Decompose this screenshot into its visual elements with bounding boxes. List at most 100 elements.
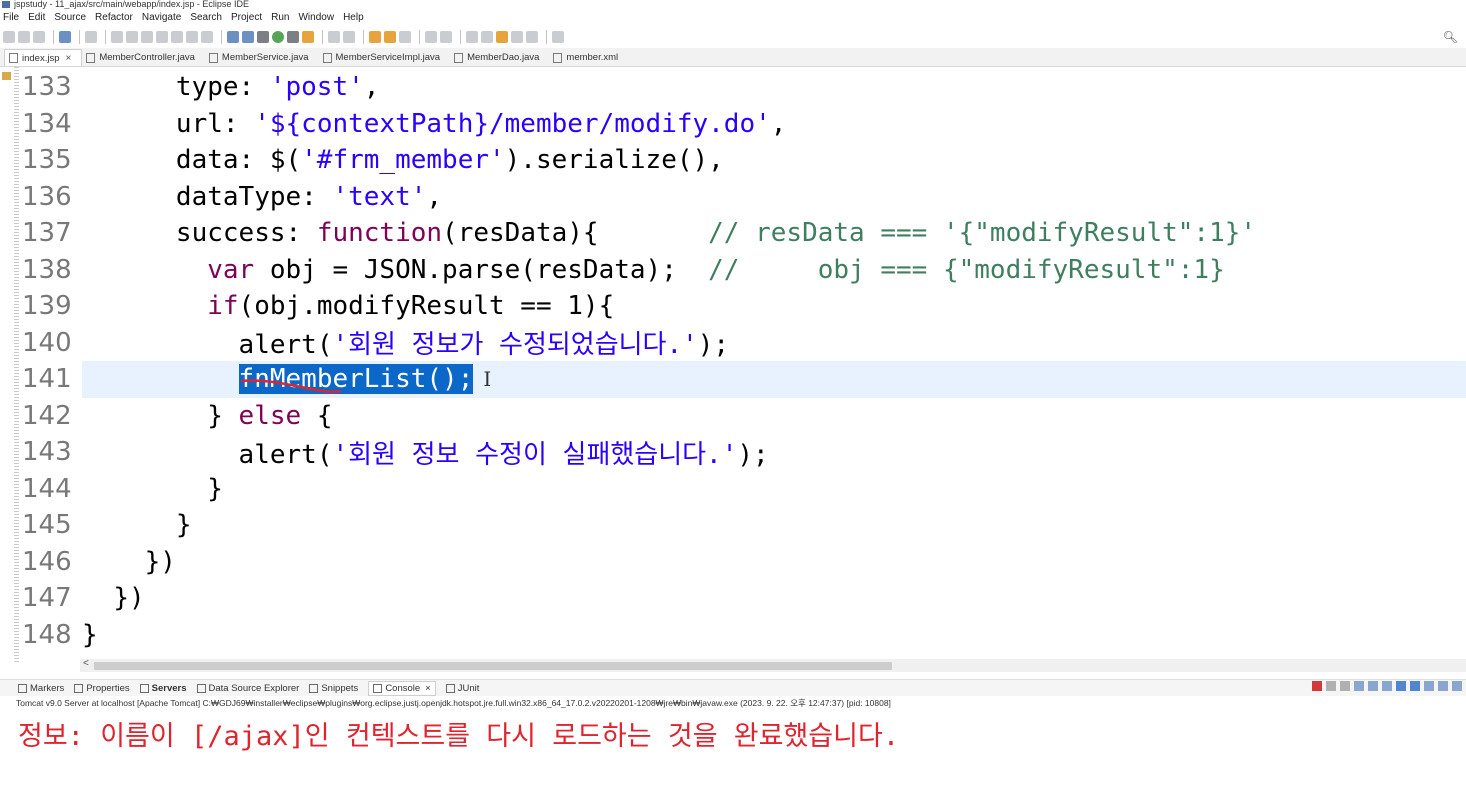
code-editor[interactable]: 133 type: 'post', 134 url: '${contextPath…: [19, 67, 1466, 663]
remove-launch-icon[interactable]: [1326, 681, 1336, 691]
back-icon[interactable]: [511, 30, 523, 43]
code-line[interactable]: 140 alert('회원 정보가 수정되었습니다.');: [19, 325, 1466, 362]
code-line[interactable]: 133 type: 'post',: [19, 69, 1466, 106]
open-console-icon[interactable]: [1452, 681, 1462, 691]
search-icon[interactable]: 🔍︎: [1443, 30, 1458, 44]
run-icon[interactable]: [272, 30, 284, 43]
clear-console-icon[interactable]: [1354, 681, 1364, 691]
editor-tab[interactable]: member.xml: [549, 49, 628, 66]
skip-breakpoints-icon[interactable]: [85, 30, 97, 43]
menu-item-navigate[interactable]: Navigate: [142, 12, 181, 23]
code-token: );: [697, 330, 730, 361]
menu-item-source[interactable]: Source: [54, 12, 86, 23]
remove-all-icon[interactable]: [1340, 681, 1350, 691]
panel-tab-servers[interactable]: Servers: [139, 682, 187, 694]
line-number: 137: [22, 218, 72, 249]
console-output-line: 정보: 이름이 [/ajax]인 컨텍스트를 다시 로드하는 것을 완료했습니다…: [18, 721, 900, 752]
step-over-icon[interactable]: [186, 30, 198, 43]
code-line[interactable]: 148}: [19, 617, 1466, 654]
menu-item-window[interactable]: Window: [298, 12, 334, 23]
disconnect-icon[interactable]: [156, 30, 168, 43]
close-icon[interactable]: ×: [425, 683, 431, 694]
console-output-area[interactable]: 정보: 이름이 [/ajax]인 컨텍스트를 다시 로드하는 것을 완료했습니다…: [0, 709, 1466, 799]
annotation-icon[interactable]: [440, 30, 452, 43]
word-wrap-console-icon[interactable]: [1382, 681, 1392, 691]
word-wrap-icon[interactable]: [242, 30, 254, 43]
open-folder-icon[interactable]: [384, 30, 396, 43]
panel-tab-properties[interactable]: Properties: [74, 683, 130, 694]
menu-item-refactor[interactable]: Refactor: [95, 12, 133, 23]
scroll-left-icon[interactable]: <: [83, 658, 89, 669]
step-return-icon[interactable]: [201, 30, 213, 43]
terminate-icon[interactable]: [141, 30, 153, 43]
menu-item-search[interactable]: Search: [190, 12, 222, 23]
menu-item-edit[interactable]: Edit: [28, 12, 45, 23]
debug-icon[interactable]: [257, 30, 269, 43]
save-icon[interactable]: [18, 30, 30, 43]
external-tools-icon[interactable]: [302, 30, 314, 43]
show-stderr-icon[interactable]: [1410, 681, 1420, 691]
editor-tab[interactable]: MemberService.java: [205, 49, 319, 66]
code-token: alert(: [238, 330, 333, 361]
last-edit-icon[interactable]: [496, 30, 508, 43]
editor-tab[interactable]: MemberDao.java: [450, 49, 549, 66]
horizontal-scrollbar[interactable]: <: [80, 658, 1466, 672]
scrollbar-thumb[interactable]: [94, 662, 892, 670]
resume-icon[interactable]: [111, 30, 123, 43]
new-java-class-icon[interactable]: [343, 30, 355, 43]
editor-tab[interactable]: MemberServiceImpl.java: [319, 49, 451, 66]
editor-tab[interactable]: MemberController.java: [82, 49, 205, 66]
close-icon[interactable]: ×: [66, 53, 72, 64]
panel-tab-junit[interactable]: JUnit: [445, 683, 479, 694]
panel-tab-label: Servers: [151, 682, 187, 694]
code-line[interactable]: 135 data: $('#frm_member').serialize(),: [19, 142, 1466, 179]
code-line[interactable]: 144 }: [19, 471, 1466, 508]
code-line[interactable]: 134 url: '${contextPath}/member/modify.d…: [19, 106, 1466, 143]
code-line[interactable]: 143 alert('회원 정보 수정이 실패했습니다.');: [19, 434, 1466, 471]
panel-tab-markers[interactable]: Markers: [18, 683, 64, 694]
menu-item-project[interactable]: Project: [231, 12, 262, 23]
show-stdout-icon[interactable]: [1396, 681, 1406, 691]
search-toolbar-icon[interactable]: [425, 30, 437, 43]
code-line[interactable]: 136 dataType: 'text',: [19, 179, 1466, 216]
code-line[interactable]: 147 }): [19, 580, 1466, 617]
menu-item-file[interactable]: File: [3, 12, 19, 23]
save-all-icon[interactable]: [33, 30, 45, 43]
menu-item-help[interactable]: Help: [343, 12, 364, 23]
toggle-mark-icon[interactable]: [227, 30, 239, 43]
terminal-icon[interactable]: [59, 30, 71, 43]
forward-icon[interactable]: [526, 30, 538, 43]
scroll-lock-icon[interactable]: [1368, 681, 1378, 691]
pen-icon[interactable]: [399, 30, 411, 43]
panel-tab-snippets[interactable]: Snippets: [309, 683, 358, 694]
code-line[interactable]: 145 }: [19, 507, 1466, 544]
code-line[interactable]: 137 success: function(resData){ // resDa…: [19, 215, 1466, 252]
code-text: } else {: [82, 401, 332, 431]
coverage-icon[interactable]: [287, 30, 299, 43]
restore-icon[interactable]: [2, 72, 11, 80]
menu-item-run[interactable]: Run: [271, 12, 289, 23]
suspend-icon[interactable]: [126, 30, 138, 43]
code-line[interactable]: 142 } else {: [19, 398, 1466, 435]
next-annotation-icon[interactable]: [466, 30, 478, 43]
string-token: '회원 정보가 수정되었습니다.': [332, 330, 698, 361]
pin-editor-icon[interactable]: [552, 30, 564, 43]
prev-annotation-icon[interactable]: [481, 30, 493, 43]
display-console-icon[interactable]: [1438, 681, 1448, 691]
new-server-icon[interactable]: [328, 30, 340, 43]
step-into-icon[interactable]: [171, 30, 183, 43]
new-icon[interactable]: [3, 30, 15, 43]
code-line[interactable]: 141 fnMemberList(); I: [22, 361, 1466, 398]
editor-tab[interactable]: index.jsp ×: [4, 49, 83, 66]
terminate-console-icon[interactable]: [1312, 681, 1322, 691]
panel-tab-console[interactable]: Console ×: [368, 680, 436, 696]
file-icon: [454, 52, 464, 63]
panel-tab-data-source-explorer[interactable]: Data Source Explorer: [196, 683, 299, 694]
line-number: 141: [22, 364, 72, 395]
code-line[interactable]: 138 var obj = JSON.parse(resData); // ob…: [19, 252, 1466, 289]
pin-console-icon[interactable]: [1424, 681, 1434, 691]
code-line[interactable]: 139 if(obj.modifyResult == 1){: [19, 288, 1466, 325]
open-type-icon[interactable]: [369, 30, 381, 43]
code-line[interactable]: 146 }): [19, 544, 1466, 581]
